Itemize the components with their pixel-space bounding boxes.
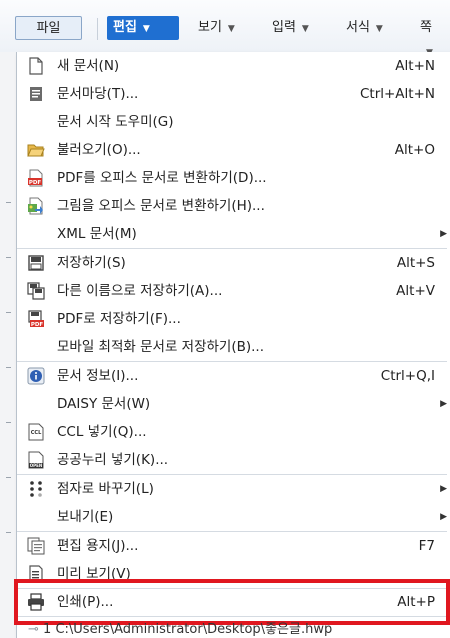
menu-page[interactable]: 쪽▼ bbox=[414, 16, 450, 58]
menu-item-convert-braille[interactable]: 점자로 바꾸기(L) ▶ bbox=[17, 475, 447, 503]
menu-file[interactable]: 파일 bbox=[15, 16, 82, 40]
menu-item-label: PDF로 저장하기(F)... bbox=[57, 311, 181, 327]
submenu-arrow-icon: ▶ bbox=[440, 399, 447, 409]
menu-item-save[interactable]: 저장하기(S) Alt+S bbox=[17, 249, 447, 277]
menu-item-label: PDF를 오피스 문서로 변환하기(D)... bbox=[57, 170, 267, 186]
submenu-arrow-icon: ▶ bbox=[440, 484, 447, 494]
menu-item-shortcut: Alt+V bbox=[396, 283, 435, 299]
pdf-convert-icon: PDF bbox=[28, 169, 43, 187]
menu-item-label: 문서 정보(I)... bbox=[57, 368, 139, 384]
menu-item-label: 저장하기(S) bbox=[57, 255, 126, 271]
menu-item-shortcut: Alt+N bbox=[395, 58, 435, 74]
menu-item-shortcut: Alt+S bbox=[396, 255, 435, 271]
svg-text:OPEN: OPEN bbox=[30, 463, 42, 468]
new-document-icon bbox=[29, 57, 43, 75]
ruler-mark bbox=[6, 257, 11, 258]
key-icon: ⊸ bbox=[28, 622, 39, 637]
chevron-down-icon: ▼ bbox=[142, 24, 150, 34]
menu-item-shortcut: Alt+O bbox=[394, 142, 435, 158]
chevron-down-icon: ▼ bbox=[227, 24, 235, 34]
svg-text:PDF: PDF bbox=[31, 322, 44, 328]
menu-item-save-mobile[interactable]: 모바일 최적화 문서로 저장하기(B)... bbox=[17, 333, 447, 361]
menu-item-document-template[interactable]: 문서마당(T)... Ctrl+Alt+N bbox=[17, 80, 447, 108]
menu-item-label: 다른 이름으로 저장하기(A)... bbox=[57, 283, 223, 299]
menu-item-insert-ccl[interactable]: CCL CCL 넣기(Q)... bbox=[17, 418, 447, 446]
menu-item-label: 불러오기(O)... bbox=[57, 142, 141, 158]
braille-icon bbox=[30, 481, 42, 497]
menu-item-insert-open-license[interactable]: OPEN 공공누리 넣기(K)... bbox=[17, 446, 447, 474]
save-icon bbox=[28, 255, 44, 271]
menu-item-save-as[interactable]: 다른 이름으로 저장하기(A)... Alt+V bbox=[17, 277, 447, 305]
menu-item-daisy-document[interactable]: DAISY 문서(W) ▶ bbox=[17, 390, 447, 418]
ruler-mark bbox=[6, 312, 11, 313]
menu-item-shortcut: Ctrl+Q,I bbox=[380, 368, 435, 384]
ruler-mark bbox=[6, 477, 11, 478]
svg-text:CCL: CCL bbox=[31, 430, 42, 436]
document-template-icon bbox=[30, 87, 42, 101]
menu-page-label: 쪽 bbox=[420, 20, 432, 35]
menu-item-label: DAISY 문서(W) bbox=[57, 396, 151, 412]
menu-item-label: 문서 시작 도우미(G) bbox=[57, 114, 174, 130]
menu-item-label: 편집 용지(J)... bbox=[57, 538, 139, 554]
submenu-arrow-icon: ▶ bbox=[440, 512, 447, 522]
recent-file-item[interactable]: ⊸ 1 C:\Users\Administrator\Desktop\좋은글.h… bbox=[28, 622, 332, 638]
page-setup-icon bbox=[27, 537, 45, 555]
file-menu-dropdown: 새 문서(N) Alt+N 문서마당(T)... Ctrl+Alt+N 문서 시… bbox=[16, 52, 450, 638]
menu-item-label: 보내기(E) bbox=[57, 509, 114, 525]
menu-item-page-setup[interactable]: 편집 용지(J)... F7 bbox=[17, 532, 447, 560]
menu-item-shortcut: Ctrl+Alt+N bbox=[359, 86, 435, 102]
menu-format[interactable]: 서식 ▼ bbox=[340, 16, 389, 40]
menu-format-label: 서식 bbox=[346, 20, 370, 35]
editor-edge bbox=[0, 52, 17, 638]
image-convert-icon bbox=[28, 197, 43, 215]
recent-file-label: 1 C:\Users\Administrator\Desktop\좋은글.hwp bbox=[43, 622, 333, 637]
menu-item-label: 점자로 바꾸기(L) bbox=[57, 481, 154, 497]
menu-item-label: 그림을 오피스 문서로 변환하기(H)... bbox=[57, 198, 265, 214]
menu-item-label: CCL 넣기(Q)... bbox=[57, 424, 147, 440]
menu-edit-label: 편집 bbox=[113, 20, 137, 35]
menu-item-label: 새 문서(N) bbox=[57, 58, 120, 74]
menu-view-label: 보기 bbox=[198, 20, 222, 35]
menu-item-open[interactable]: 불러오기(O)... Alt+O bbox=[17, 136, 447, 164]
menu-separator bbox=[97, 18, 98, 40]
menu-item-start-wizard[interactable]: 문서 시작 도우미(G) bbox=[17, 108, 447, 136]
save-pdf-icon: PDF bbox=[28, 310, 44, 328]
menu-item-label: 모바일 최적화 문서로 저장하기(B)... bbox=[57, 339, 265, 355]
submenu-arrow-icon: ▶ bbox=[440, 229, 447, 239]
info-icon bbox=[27, 367, 45, 385]
menu-item-new-document[interactable]: 새 문서(N) Alt+N bbox=[17, 52, 447, 80]
menu-item-label: 공공누리 넣기(K)... bbox=[57, 452, 169, 468]
ccl-icon: CCL bbox=[28, 423, 44, 441]
menu-item-send[interactable]: 보내기(E) ▶ bbox=[17, 503, 447, 531]
ruler-mark bbox=[6, 202, 11, 203]
menu-item-label: 문서마당(T)... bbox=[57, 86, 139, 102]
menu-item-document-info[interactable]: 문서 정보(I)... Ctrl+Q,I bbox=[17, 362, 447, 390]
menu-item-label: XML 문서(M) bbox=[57, 226, 137, 242]
menu-view[interactable]: 보기 ▼ bbox=[192, 16, 241, 40]
menu-item-xml-document[interactable]: XML 문서(M) ▶ bbox=[17, 220, 447, 248]
menu-bar: 파일 편집 ▼ 보기 ▼ 입력 ▼ 서식 ▼ 쪽▼ bbox=[0, 0, 450, 58]
ruler-mark bbox=[6, 532, 11, 533]
menu-input[interactable]: 입력 ▼ bbox=[266, 16, 315, 40]
menu-item-save-pdf[interactable]: PDF PDF로 저장하기(F)... bbox=[17, 305, 447, 333]
print-highlight-box bbox=[14, 579, 450, 625]
chevron-down-icon: ▼ bbox=[301, 24, 309, 34]
ruler-mark bbox=[6, 422, 11, 423]
open-license-icon: OPEN bbox=[28, 451, 44, 469]
menu-item-pdf-to-office[interactable]: PDF PDF를 오피스 문서로 변환하기(D)... bbox=[17, 164, 447, 192]
menu-edit[interactable]: 편집 ▼ bbox=[107, 16, 179, 40]
open-folder-icon bbox=[27, 144, 45, 157]
menu-item-image-to-office[interactable]: 그림을 오피스 문서로 변환하기(H)... bbox=[17, 192, 447, 220]
svg-text:PDF: PDF bbox=[29, 180, 42, 186]
chevron-down-icon: ▼ bbox=[375, 24, 383, 34]
save-as-icon bbox=[27, 282, 45, 300]
menu-input-label: 입력 bbox=[272, 20, 296, 35]
ruler-mark bbox=[6, 367, 11, 368]
menu-item-shortcut: F7 bbox=[418, 538, 435, 554]
